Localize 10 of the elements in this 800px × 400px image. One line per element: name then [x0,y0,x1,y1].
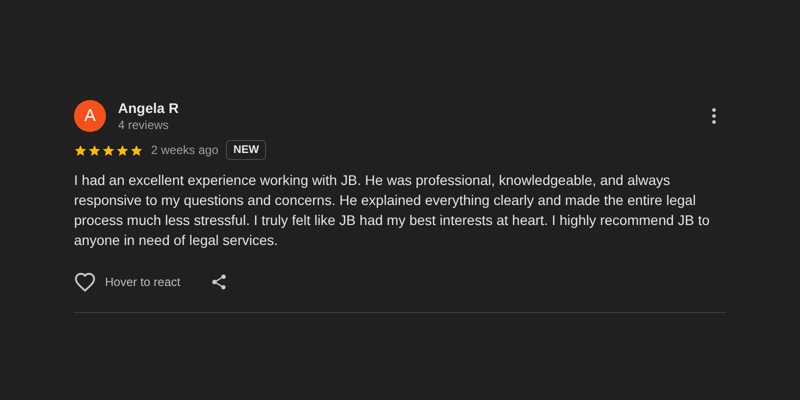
more-options-icon[interactable] [712,108,716,124]
heart-icon[interactable] [74,272,96,292]
review-count: 4 reviews [118,118,170,132]
react-label: Hover to react [105,275,180,289]
review-date: 2 weeks ago [151,143,218,157]
review-text: I had an excellent experience working with JB. He was professional, knowledgeable, and always responsive to my questions and concerns. He explained everything clearly and made the entire legal process much less stressful. I truly felt like JB had my best interests at heart. I highly recommend JB to anyone in need of legal services. [74,171,711,250]
new-badge: NEW [226,140,266,160]
avatar: A [74,100,106,132]
author-name[interactable]: Angela R [118,100,700,116]
share-icon[interactable] [210,273,228,291]
